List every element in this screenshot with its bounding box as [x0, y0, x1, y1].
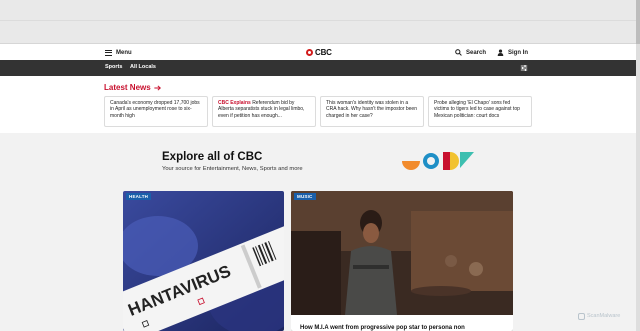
- user-icon: [497, 49, 504, 56]
- brand-shapes-graphic: [402, 152, 474, 170]
- sign-in-button[interactable]: Sign In: [497, 47, 528, 58]
- story-category-badge[interactable]: HEALTH: [126, 193, 152, 200]
- arrow-right-icon: [154, 85, 161, 90]
- story-image: HANTAVIRUS: [123, 191, 284, 331]
- latest-news-link[interactable]: Latest News: [104, 83, 161, 92]
- card-text: Probe alleging 'El Chapo' sons fed victi…: [434, 100, 520, 119]
- news-card[interactable]: Probe alleging 'El Chapo' sons fed victi…: [428, 96, 532, 127]
- news-card[interactable]: CBC Explains Referendum bid by Alberta s…: [212, 96, 316, 127]
- scrollbar-thumb[interactable]: [636, 0, 640, 44]
- search-icon: [455, 49, 462, 56]
- page-scrollbar[interactable]: [636, 0, 640, 331]
- section-nav: Sports All Locals: [0, 60, 636, 76]
- browser-chrome: [0, 0, 640, 44]
- nav-item-sports[interactable]: Sports: [105, 64, 122, 70]
- card-text: This woman's identity was stolen in a CR…: [326, 100, 417, 119]
- explore-section: Explore all of CBC Your source for Enter…: [0, 133, 636, 191]
- card-tag: CBC Explains: [218, 100, 251, 106]
- sliders-icon[interactable]: [520, 64, 528, 72]
- shield-icon: [578, 312, 585, 320]
- story-card-music[interactable]: MUSIC How M.I.A went from progressive po…: [291, 191, 513, 331]
- story-card-health[interactable]: HANTAVIRUS HEALTH: [123, 191, 284, 331]
- explore-subtitle: Your source for Entertainment, News, Spo…: [162, 166, 303, 172]
- latest-news-section: Latest News Canada's economy dropped 17,…: [0, 76, 636, 133]
- nav-item-all-locals[interactable]: All Locals: [130, 64, 156, 70]
- news-card[interactable]: Canada's economy dropped 17,700 jobs in …: [104, 96, 208, 127]
- sign-in-label: Sign In: [508, 49, 528, 56]
- cbc-gem-icon: [306, 49, 313, 56]
- cbc-logo[interactable]: CBC: [306, 47, 332, 58]
- story-image: [291, 191, 513, 331]
- watermark-text: ScanMalware: [587, 313, 621, 319]
- logo-text: CBC: [315, 48, 332, 57]
- site-header: Menu CBC Search Sign In: [0, 44, 636, 60]
- card-text: Canada's economy dropped 17,700 jobs in …: [110, 100, 200, 119]
- search-button[interactable]: Search: [455, 47, 486, 58]
- menu-label: Menu: [116, 49, 132, 56]
- menu-button[interactable]: Menu: [105, 47, 132, 58]
- watermark: ScanMalware: [578, 311, 620, 321]
- story-headline[interactable]: How M.I.A went from progressive pop star…: [300, 325, 465, 331]
- news-card[interactable]: This woman's identity was stolen in a CR…: [320, 96, 424, 127]
- latest-news-title: Latest News: [104, 83, 151, 92]
- explore-title: Explore all of CBC: [162, 151, 263, 163]
- search-label: Search: [466, 49, 487, 56]
- hamburger-icon: [105, 49, 112, 56]
- story-category-badge[interactable]: MUSIC: [294, 193, 316, 200]
